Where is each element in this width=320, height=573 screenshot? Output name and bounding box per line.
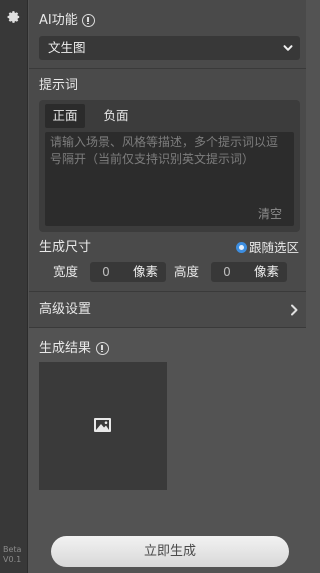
output-size-label: 生成尺寸 [39,240,92,255]
advanced-settings-label: 高级设置 [39,302,92,317]
tab-positive[interactable]: 正面 [45,104,85,128]
image-icon [94,418,111,432]
ai-function-select[interactable]: 文生图 [39,36,300,60]
follow-selection-label[interactable]: 跟随选区 [249,240,299,256]
follow-selection-radio[interactable] [236,242,247,253]
tab-negative[interactable]: 负面 [96,104,136,128]
height-field[interactable]: 0 像素 [211,262,287,282]
version-label: Beta V0.1 [3,545,21,565]
clear-button[interactable]: 清空 [258,206,282,222]
prompt-input[interactable] [45,132,294,226]
height-label: 高度 [174,264,200,279]
info-icon[interactable] [96,342,109,355]
width-unit: 像素 [132,264,158,279]
version-number-text: V0.1 [3,555,22,564]
gear-icon[interactable] [7,10,21,24]
width-label: 宽度 [53,264,79,279]
height-value: 0 [223,265,231,279]
generate-button[interactable]: 立即生成 [51,536,289,567]
width-field[interactable]: 0 像素 [90,262,166,282]
result-label: 生成结果 [39,341,92,356]
info-icon[interactable] [82,14,95,27]
prompt-label: 提示词 [39,78,79,93]
height-unit: 像素 [253,264,279,279]
width-value: 0 [102,265,110,279]
chevron-down-icon [283,45,293,51]
version-beta-text: Beta [3,545,22,554]
ai-function-selected-value: 文生图 [48,40,86,55]
left-rail: Beta V0.1 [0,0,28,573]
result-thumbnail[interactable] [39,362,167,490]
chevron-right-icon[interactable] [289,304,299,316]
ai-function-label: AI功能 [39,13,78,28]
